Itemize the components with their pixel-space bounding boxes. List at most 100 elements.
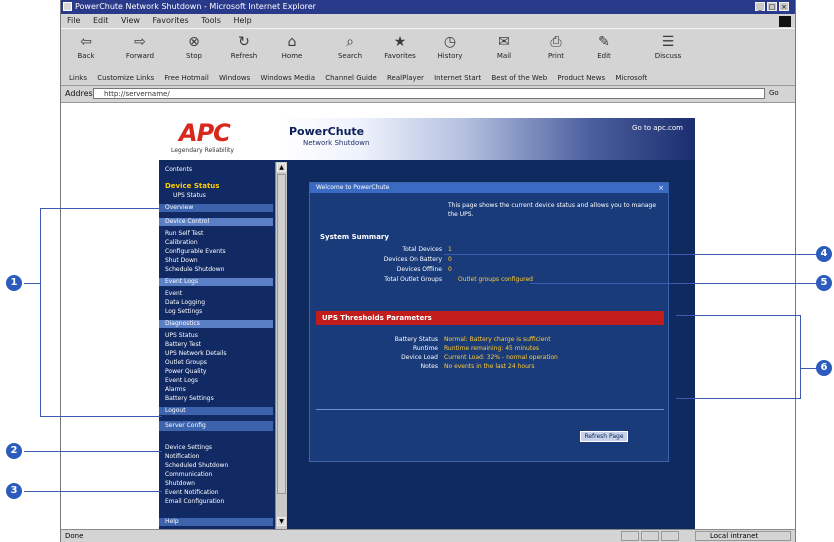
forward-arrow-icon: ⇨ — [134, 34, 146, 50]
sidebar-item[interactable]: Communication — [165, 471, 212, 478]
refresh-page-button[interactable]: Refresh Page — [580, 431, 628, 442]
sidebar-item[interactable]: UPS Status — [165, 332, 198, 339]
sidebar-item[interactable]: Scheduled Shutdown — [165, 462, 228, 469]
link-best-of-web[interactable]: Best of the Web — [491, 74, 547, 82]
product-title: PowerChute — [289, 125, 365, 138]
print-button[interactable]: ⎙ Print — [539, 32, 573, 68]
panel-close-icon[interactable]: × — [658, 183, 664, 193]
sidebar-item[interactable]: Calibration — [165, 239, 198, 246]
back-button[interactable]: ⇦ Back — [69, 32, 103, 68]
link-internet-start[interactable]: Internet Start — [434, 74, 481, 82]
back-arrow-icon: ⇦ — [80, 34, 92, 50]
edit-button[interactable]: ✎ Edit — [587, 32, 621, 68]
link-channel-guide[interactable]: Channel Guide — [325, 74, 377, 82]
scroll-up-icon[interactable]: ▲ — [277, 163, 286, 172]
go-button[interactable]: Go — [769, 88, 791, 99]
sidebar-item[interactable]: Outlet Groups — [165, 359, 207, 366]
sidebar-subsection-diagnostics[interactable]: Diagnostics — [159, 320, 273, 328]
sidebar-item[interactable]: Power Quality — [165, 368, 207, 375]
sidebar-subsection-event-logs[interactable]: Event Logs — [159, 278, 273, 286]
sidebar-logout-bar[interactable]: Logout — [159, 407, 273, 415]
link-microsoft[interactable]: Microsoft — [615, 74, 647, 82]
link-windows[interactable]: Windows — [219, 74, 250, 82]
sidebar-item[interactable]: Event Logs — [165, 377, 198, 384]
menu-help[interactable]: Help — [233, 16, 251, 25]
sidebar-device-sub[interactable]: UPS Status — [173, 192, 206, 199]
refresh-button[interactable]: ↻ Refresh — [227, 32, 261, 68]
header-banner: PowerChute Network Shutdown Go to apc.co… — [277, 118, 695, 160]
sidebar-item[interactable]: Configurable Events — [165, 248, 226, 255]
sidebar-item[interactable]: UPS Network Details — [165, 350, 227, 357]
sidebar-item[interactable]: Battery Settings — [165, 395, 214, 402]
sidebar-section-bar[interactable]: Overview — [159, 204, 273, 212]
mail-button[interactable]: ✉ Mail — [487, 32, 521, 68]
sidebar-item[interactable]: Data Logging — [165, 299, 205, 306]
sidebar-item[interactable]: Run Self Test — [165, 230, 203, 237]
callout-bracket-top — [676, 315, 800, 316]
stop-button[interactable]: ⊗ Stop — [177, 32, 211, 68]
menu-favorites[interactable]: Favorites — [153, 16, 189, 25]
callout-bracket-top — [40, 208, 162, 209]
link-windows-media[interactable]: Windows Media — [261, 74, 316, 82]
callout-leader — [24, 491, 162, 492]
history-button[interactable]: ◷ History — [433, 32, 467, 68]
search-button[interactable]: ⌕ Search — [333, 32, 367, 68]
sidebar-item[interactable]: Shut Down — [165, 257, 198, 264]
sidebar-item[interactable]: Notification — [165, 453, 199, 460]
minimize-button[interactable]: _ — [755, 2, 765, 11]
callout-2: 2 — [6, 443, 22, 459]
menu-view[interactable]: View — [121, 16, 140, 25]
discuss-icon: ☰ — [661, 34, 675, 50]
sidebar-help-bar[interactable]: Help — [159, 518, 273, 526]
apc-site-link[interactable]: Go to apc.com — [632, 124, 683, 132]
edit-icon: ✎ — [598, 34, 610, 50]
sidebar-item[interactable]: Alarms — [165, 386, 186, 393]
maximize-button[interactable]: □ — [767, 2, 777, 11]
threshold-label: Notes — [420, 363, 438, 370]
sidebar-item[interactable]: Event Notification — [165, 489, 219, 496]
scroll-down-icon[interactable]: ▼ — [277, 517, 286, 526]
sidebar-item[interactable]: Shutdown — [165, 480, 195, 487]
sidebar-item[interactable]: Email Configuration — [165, 498, 224, 505]
sidebar-item[interactable]: Schedule Shutdown — [165, 266, 224, 273]
home-button[interactable]: ⌂ Home — [275, 32, 309, 68]
link-realplayer[interactable]: RealPlayer — [387, 74, 424, 82]
sidebar-item[interactable]: Log Settings — [165, 308, 202, 315]
callout-bracket-bottom — [40, 416, 162, 417]
sidebar-item[interactable]: Device Settings — [165, 444, 212, 451]
summary-value: 0 — [448, 266, 452, 273]
windows-logo-icon — [779, 16, 791, 27]
link-customize[interactable]: Customize Links — [97, 74, 154, 82]
scroll-thumb[interactable] — [277, 174, 286, 494]
main-content: Welcome to PowerChute × This page shows … — [297, 162, 689, 529]
menu-file[interactable]: File — [67, 16, 80, 25]
favorites-button[interactable]: ★ Favorites — [383, 32, 417, 68]
address-input[interactable]: http://servername/ — [93, 88, 765, 99]
threshold-label: Battery Status — [394, 336, 438, 343]
apc-tagline: Legendary Reliability — [171, 147, 234, 154]
link-product-news[interactable]: Product News — [557, 74, 605, 82]
sidebar-item[interactable]: Battery Test — [165, 341, 201, 348]
sidebar-item[interactable]: Event — [165, 290, 182, 297]
link-hotmail[interactable]: Free Hotmail — [164, 74, 208, 82]
sidebar-subsection-device-control[interactable]: Device Control — [159, 218, 273, 226]
callout-1: 1 — [6, 275, 22, 291]
links-bar: Links Customize Links Free Hotmail Windo… — [61, 71, 795, 86]
sidebar-device-status[interactable]: Device Status — [165, 182, 219, 190]
menu-edit[interactable]: Edit — [93, 16, 109, 25]
status-segment — [641, 531, 659, 541]
summary-value: 0 — [448, 256, 452, 263]
callout-leader — [444, 254, 818, 255]
summary-value[interactable]: Outlet groups configured — [458, 276, 533, 283]
stop-icon: ⊗ — [188, 34, 200, 50]
close-button[interactable]: × — [779, 2, 789, 11]
forward-button[interactable]: ⇨ Forward — [123, 32, 157, 68]
sidebar-lower-section[interactable]: Server Config — [159, 421, 273, 431]
discuss-button[interactable]: ☰ Discuss — [651, 32, 685, 68]
summary-label: Total Outlet Groups — [384, 276, 442, 283]
menu-tools[interactable]: Tools — [201, 16, 221, 25]
threshold-value: Current Load: 32% - normal operation — [444, 354, 558, 361]
print-icon: ⎙ — [550, 34, 562, 50]
callout-3: 3 — [6, 483, 22, 499]
sidebar-scrollbar[interactable]: ▲ ▼ — [275, 162, 287, 529]
